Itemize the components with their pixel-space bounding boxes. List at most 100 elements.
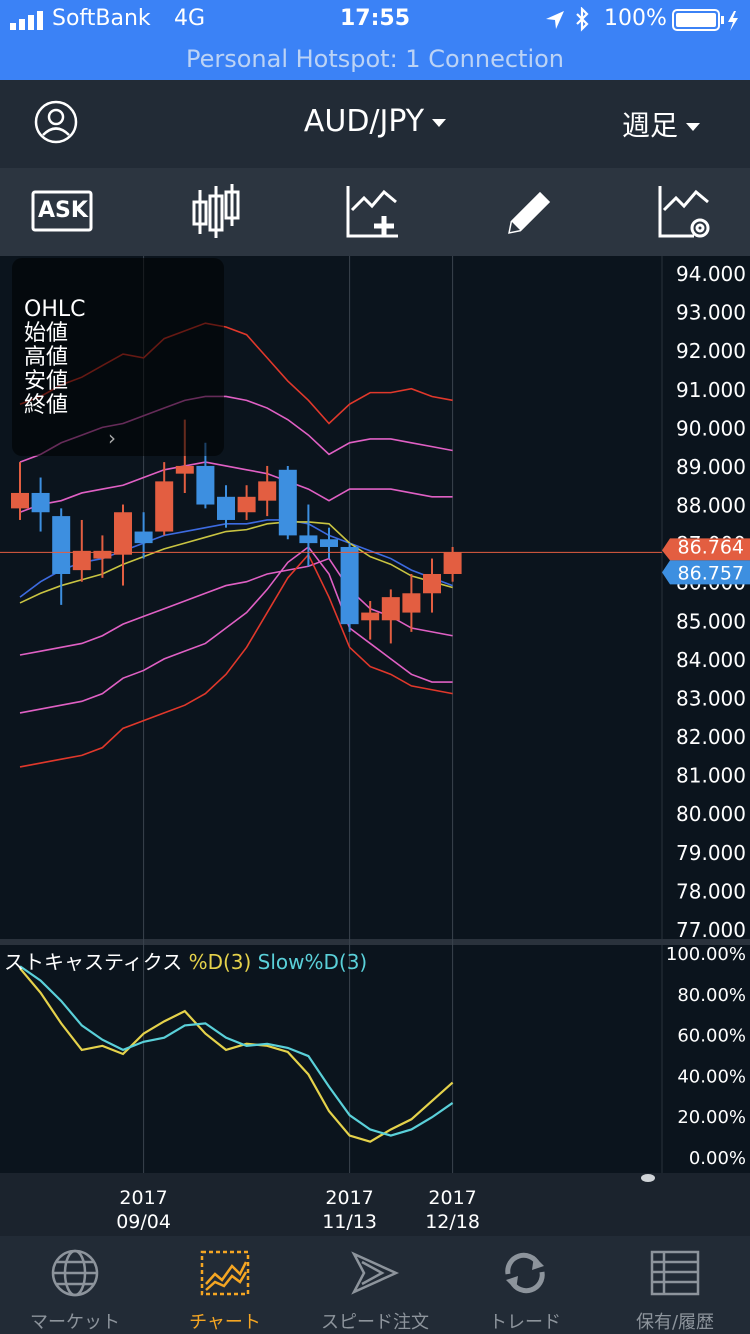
stochastics-legend: ストキャスティクス %D(3) Slow%D(3) xyxy=(4,946,367,975)
tab-history[interactable]: 保有/履歴 xyxy=(600,1236,750,1334)
high-label: 高値 xyxy=(24,345,69,370)
price-axis-label: 90.000 xyxy=(676,416,746,440)
chevron-right-icon[interactable]: › xyxy=(108,426,116,450)
stochastics-axis-label: 80.00% xyxy=(677,985,746,1006)
price-axis-label: 81.000 xyxy=(676,764,746,788)
pencil-icon[interactable] xyxy=(496,182,566,242)
candle-body xyxy=(11,492,29,509)
candle-body xyxy=(423,573,441,594)
candle-body xyxy=(443,552,462,574)
ask-button[interactable]: ASK xyxy=(28,182,98,242)
hotspot-banner[interactable]: Personal Hotspot: 1 Connection xyxy=(0,42,750,80)
tab-bar: マーケット チャート スピード注文 トレード 保有/履歴 xyxy=(0,1236,750,1334)
price-axis-label: 85.000 xyxy=(676,609,746,633)
price-axis-label: 79.000 xyxy=(676,841,746,865)
candle-body xyxy=(320,539,338,547)
candlestick-icon[interactable] xyxy=(182,182,252,242)
price-axis-label: 94.000 xyxy=(676,262,746,286)
chart-toolbar: ASK xyxy=(0,168,750,256)
candle-body xyxy=(237,496,256,513)
stochastics-plot-area xyxy=(0,945,662,1173)
date-axis-date-label: 09/04 xyxy=(116,1211,171,1233)
candle-body xyxy=(402,593,421,613)
candle-body xyxy=(52,516,71,574)
close-label: 終値 xyxy=(24,393,69,418)
stochastics-axis-label: 20.00% xyxy=(677,1107,746,1128)
tab-trade-label: トレード xyxy=(489,1312,561,1333)
globe-icon xyxy=(51,1249,99,1297)
price-axis-label: 82.000 xyxy=(676,725,746,749)
speed-order-icon xyxy=(351,1251,400,1295)
price-axis-label: 80.000 xyxy=(676,802,746,826)
date-axis-year-label: 2017 xyxy=(119,1187,167,1209)
price-axis-label: 88.000 xyxy=(676,494,746,518)
candle-body xyxy=(381,597,400,621)
chevron-down-icon xyxy=(686,123,700,131)
open-label: 始値 xyxy=(24,321,69,346)
history-icon xyxy=(650,1250,700,1296)
tab-market-label: マーケット xyxy=(30,1312,120,1333)
chevron-down-icon xyxy=(432,118,447,127)
candle-body xyxy=(196,465,215,505)
candle-body xyxy=(114,512,132,555)
legend-percent-d: %D(3) xyxy=(188,950,252,974)
ask-label: ASK xyxy=(38,198,88,223)
candle-body xyxy=(155,481,174,532)
candle-body xyxy=(175,465,194,474)
candle-body xyxy=(31,492,50,513)
low-label: 安値 xyxy=(24,369,69,394)
price-axis-label: 78.000 xyxy=(676,879,746,903)
ohlc-title: OHLC xyxy=(24,297,86,322)
candle-body xyxy=(340,546,359,625)
stochastics-title: ストキャスティクス xyxy=(4,950,183,974)
date-axis-date-label: 12/18 xyxy=(425,1211,480,1233)
tab-speed-order-label: スピード注文 xyxy=(321,1312,429,1333)
ohlc-panel[interactable]: OHLC 始値 高値 安値 終値 › xyxy=(12,258,224,456)
chart-header: AUD/JPY 週足 xyxy=(0,80,750,168)
period-label: 週足 xyxy=(621,109,678,142)
ask-price-label: 86.764 xyxy=(678,536,744,558)
add-indicator-icon[interactable] xyxy=(340,182,410,242)
chart-icon xyxy=(200,1250,250,1296)
tab-speed-order[interactable]: スピード注文 xyxy=(300,1236,450,1334)
bluetooth-icon xyxy=(574,6,590,39)
candle-body xyxy=(72,550,91,571)
panel-divider xyxy=(0,939,750,945)
tab-chart-label: チャート xyxy=(189,1312,261,1333)
candle-body xyxy=(258,481,277,501)
candle-body xyxy=(278,469,297,536)
date-axis-year-label: 2017 xyxy=(325,1187,373,1209)
candle-body xyxy=(134,531,153,544)
bid-price-label: 86.757 xyxy=(678,562,744,584)
tab-market[interactable]: マーケット xyxy=(0,1236,150,1334)
battery-icon xyxy=(672,9,742,39)
indicator-settings-icon[interactable] xyxy=(650,182,720,242)
candle-body xyxy=(217,496,235,520)
price-axis-label: 77.000 xyxy=(676,918,746,942)
trade-icon xyxy=(505,1252,545,1294)
price-axis-label: 91.000 xyxy=(676,378,746,402)
stochastics-axis-label: 40.00% xyxy=(677,1066,746,1087)
stochastics-axis-label: 100.00% xyxy=(666,944,746,965)
price-axis-label: 83.000 xyxy=(676,686,746,710)
battery-percent: 100% xyxy=(604,6,667,31)
price-axis-label: 89.000 xyxy=(676,455,746,479)
tab-trade[interactable]: トレード xyxy=(450,1236,600,1334)
location-icon xyxy=(544,9,566,37)
stochastics-axis-label: 60.00% xyxy=(677,1026,746,1047)
tab-chart[interactable]: チャート xyxy=(150,1236,300,1334)
price-axis-label: 93.000 xyxy=(676,301,746,325)
date-axis-year-label: 2017 xyxy=(428,1187,476,1209)
price-axis-label: 92.000 xyxy=(676,339,746,363)
candle-body xyxy=(361,612,380,621)
price-axis-label: 84.000 xyxy=(676,648,746,672)
candle-body xyxy=(299,535,318,544)
period-selector[interactable]: 週足 xyxy=(622,104,700,144)
date-axis-date-label: 11/13 xyxy=(322,1211,377,1233)
status-bar: SoftBank 4G 17:55 100% xyxy=(0,0,750,42)
stochastics-axis-label: 0.00% xyxy=(689,1148,746,1169)
tab-history-label: 保有/履歴 xyxy=(635,1312,715,1333)
legend-slow-percent-d: Slow%D(3) xyxy=(257,950,368,974)
currency-pair-label: AUD/JPY xyxy=(303,104,425,139)
scroll-indicator xyxy=(641,1174,655,1182)
